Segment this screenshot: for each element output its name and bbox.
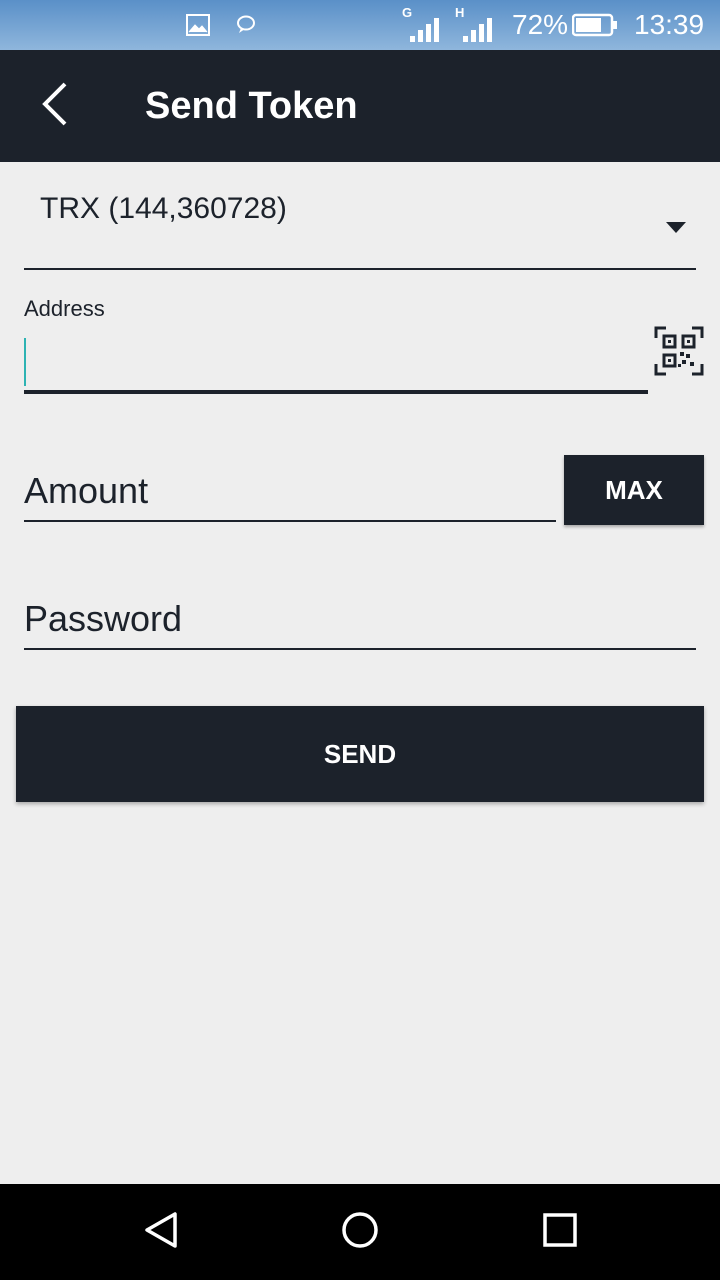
page-title: Send Token [145, 85, 358, 127]
back-button[interactable] [22, 74, 86, 138]
network-type-h: H [455, 5, 465, 20]
address-input[interactable] [24, 334, 648, 394]
navigation-bar [0, 1184, 720, 1280]
chevron-left-icon [39, 81, 69, 132]
address-label: Address [24, 296, 105, 321]
image-icon [186, 0, 210, 50]
token-selected-value: TRX (144,360728) [40, 192, 287, 225]
max-button[interactable]: MAX [564, 455, 704, 525]
recents-square-icon [542, 1212, 578, 1253]
nav-back-button[interactable] [132, 1202, 192, 1262]
qr-scan-icon [654, 326, 704, 380]
battery-icon [572, 0, 618, 50]
password-input[interactable] [24, 590, 696, 650]
nav-home-button[interactable] [330, 1202, 390, 1262]
text-cursor [24, 338, 26, 386]
home-circle-icon [340, 1210, 380, 1255]
send-button[interactable]: SEND [16, 706, 704, 802]
amount-input[interactable] [24, 462, 556, 522]
qr-scan-button[interactable] [654, 326, 704, 376]
token-dropdown[interactable]: TRX (144,360728) [24, 172, 696, 270]
clock: 13:39 [634, 9, 705, 40]
signal-g-icon: G [402, 0, 440, 50]
battery-percent: 72% [512, 9, 569, 40]
app-bar: Send Token [0, 50, 720, 162]
signal-h-icon: H [455, 0, 493, 50]
nav-recents-button[interactable] [530, 1202, 590, 1262]
status-bar: G H 72% 13:39 [0, 0, 720, 50]
chat-icon [236, 0, 256, 50]
back-triangle-icon [142, 1210, 182, 1255]
dropdown-arrow-icon [666, 222, 686, 233]
network-type-g: G [402, 5, 413, 20]
